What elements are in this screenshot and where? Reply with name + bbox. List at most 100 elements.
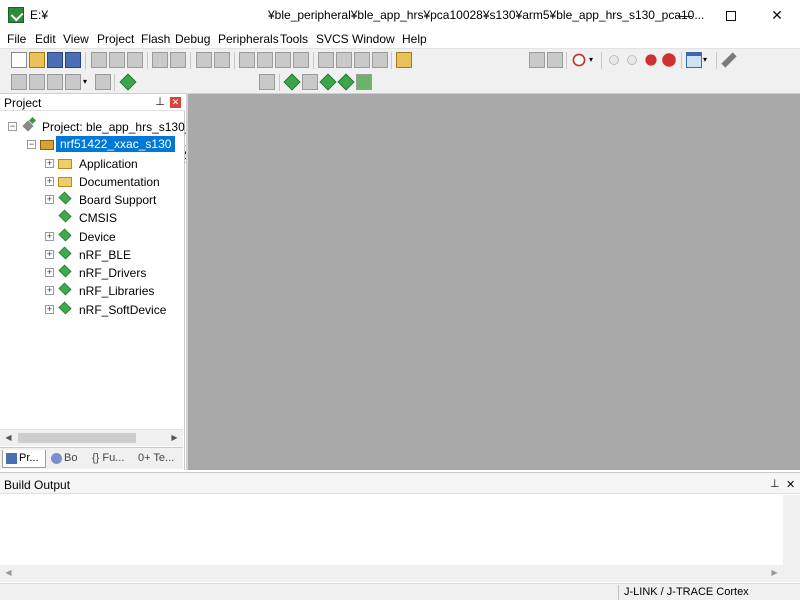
tree-group-application[interactable]: + Application (0, 155, 183, 173)
collapse-icon[interactable]: − (27, 140, 36, 149)
minimize-button[interactable]: — (662, 0, 708, 30)
scroll-left-icon[interactable]: ◀ (0, 565, 17, 582)
batch-build-icon[interactable] (65, 74, 81, 90)
expand-icon[interactable]: + (45, 159, 54, 168)
rebuild-icon[interactable] (47, 74, 63, 90)
chevron-down-icon[interactable]: ▾ (589, 52, 597, 68)
tab-functions[interactable]: {} Fu... (92, 450, 134, 468)
tab-project[interactable]: Pr... (2, 450, 46, 468)
tree-group-board-support[interactable]: + Board Support (0, 191, 183, 209)
configure-icon[interactable] (721, 52, 737, 68)
target-options-icon[interactable] (259, 74, 275, 90)
menu-debug[interactable]: Debug (175, 32, 210, 46)
window-layout-icon[interactable] (686, 52, 702, 68)
navigate-forward-icon[interactable] (214, 52, 230, 68)
chevron-down-icon[interactable]: ▾ (703, 52, 711, 68)
project-panel-tabs: Pr... Bo {} Fu... 0+ Te... (0, 447, 183, 469)
manage-run-time-environment-icon[interactable] (319, 73, 337, 91)
undo-icon[interactable] (152, 52, 168, 68)
expand-icon[interactable]: + (45, 195, 54, 204)
open-file-icon[interactable] (29, 52, 45, 68)
tree-target[interactable]: − nrf51422_xxac_s130 (0, 136, 183, 154)
close-button[interactable]: ✕ (754, 0, 800, 30)
translate-icon[interactable] (11, 74, 27, 90)
comment-icon[interactable] (354, 52, 370, 68)
debug-session-icon[interactable] (572, 53, 586, 67)
clear-bookmarks-icon[interactable] (293, 52, 309, 68)
next-bookmark-icon[interactable] (275, 52, 291, 68)
tab-templates[interactable]: 0+ Te... (138, 450, 182, 468)
stop-build-icon[interactable] (95, 74, 111, 90)
build-icon[interactable] (29, 74, 45, 90)
prev-bookmark-icon[interactable] (257, 52, 273, 68)
build-output-text[interactable] (0, 495, 783, 565)
tree-group-nrf-drivers[interactable]: + nRF_Drivers (0, 264, 183, 282)
expand-icon[interactable]: + (45, 286, 54, 295)
insert-breakpoint-icon[interactable] (609, 55, 619, 65)
menu-peripherals[interactable]: Peripherals (218, 32, 279, 46)
tree-group-nrf-ble[interactable]: + nRF_BLE (0, 246, 183, 264)
expand-icon[interactable]: + (45, 250, 54, 259)
menu-flash[interactable]: Flash (141, 32, 170, 46)
project-horizontal-scrollbar[interactable]: ◀ ▶ (0, 429, 183, 446)
bookmark-icon[interactable] (239, 52, 255, 68)
load-icon[interactable] (119, 73, 137, 91)
pin-icon[interactable]: ⊥ (770, 477, 780, 490)
scroll-thumb[interactable] (18, 433, 136, 443)
uncomment-icon[interactable] (372, 52, 388, 68)
find-in-files-icon[interactable] (396, 52, 412, 68)
collapse-icon[interactable]: − (8, 122, 17, 131)
disable-breakpoints-icon[interactable] (645, 54, 657, 66)
new-file-icon[interactable] (11, 52, 27, 68)
expand-icon[interactable]: + (45, 305, 54, 314)
copy-icon[interactable] (109, 52, 125, 68)
unindent-icon[interactable] (336, 52, 352, 68)
tree-group-device[interactable]: + Device (0, 228, 183, 246)
paste-icon[interactable] (127, 52, 143, 68)
expand-icon[interactable]: + (45, 232, 54, 241)
enable-breakpoint-icon[interactable] (627, 55, 637, 65)
close-icon[interactable]: ✕ (170, 97, 181, 108)
build-output-horizontal-scrollbar[interactable]: ◀ ▶ (0, 565, 800, 582)
kill-breakpoints-icon[interactable] (662, 53, 676, 67)
manage-project-items-icon[interactable] (283, 73, 301, 91)
find-icon[interactable] (529, 52, 545, 68)
chevron-down-icon[interactable]: ▾ (83, 74, 91, 90)
scroll-right-icon[interactable]: ▶ (166, 430, 183, 447)
tree-group-nrf-libraries[interactable]: + nRF_Libraries (0, 282, 183, 300)
menu-edit[interactable]: Edit (35, 32, 56, 46)
incremental-find-icon[interactable] (547, 52, 563, 68)
tree-root[interactable]: − Project: ble_app_hrs_s130_p (0, 118, 198, 136)
tree-group-nrf-softdevice[interactable]: + nRF_SoftDevice (0, 301, 183, 319)
select-software-packs-icon[interactable] (302, 74, 318, 90)
scroll-right-icon[interactable]: ▶ (766, 565, 783, 582)
expand-icon[interactable]: + (45, 177, 54, 186)
build-output-vertical-scrollbar[interactable] (783, 495, 800, 565)
save-icon[interactable] (47, 52, 63, 68)
toolbar-separator (190, 52, 191, 69)
close-icon[interactable]: ✕ (786, 478, 795, 491)
menu-tools[interactable]: Tools (280, 32, 308, 46)
tree-group-cmsis[interactable]: CMSIS (0, 209, 183, 227)
cut-icon[interactable] (91, 52, 107, 68)
indent-icon[interactable] (318, 52, 334, 68)
tree-group-documentation[interactable]: + Documentation (0, 173, 183, 191)
event-recorder-icon[interactable] (356, 74, 372, 90)
redo-icon[interactable] (170, 52, 186, 68)
menu-file[interactable]: File (7, 32, 26, 46)
group-label: nRF_Libraries (79, 284, 155, 298)
menu-svcs[interactable]: SVCS (316, 32, 349, 46)
expand-icon[interactable]: + (45, 268, 54, 277)
menu-help[interactable]: Help (402, 32, 427, 46)
menu-window[interactable]: Window (352, 32, 395, 46)
pin-icon[interactable]: ⊥ (154, 95, 166, 109)
scroll-left-icon[interactable]: ◀ (0, 430, 17, 447)
menu-project[interactable]: Project (97, 32, 134, 46)
editor-area[interactable] (186, 94, 800, 470)
menu-view[interactable]: View (63, 32, 89, 46)
pack-installer-icon[interactable] (337, 73, 355, 91)
save-all-icon[interactable] (65, 52, 81, 68)
maximize-button[interactable] (708, 0, 754, 30)
navigate-back-icon[interactable] (196, 52, 212, 68)
tab-books[interactable]: Bo (48, 450, 88, 468)
